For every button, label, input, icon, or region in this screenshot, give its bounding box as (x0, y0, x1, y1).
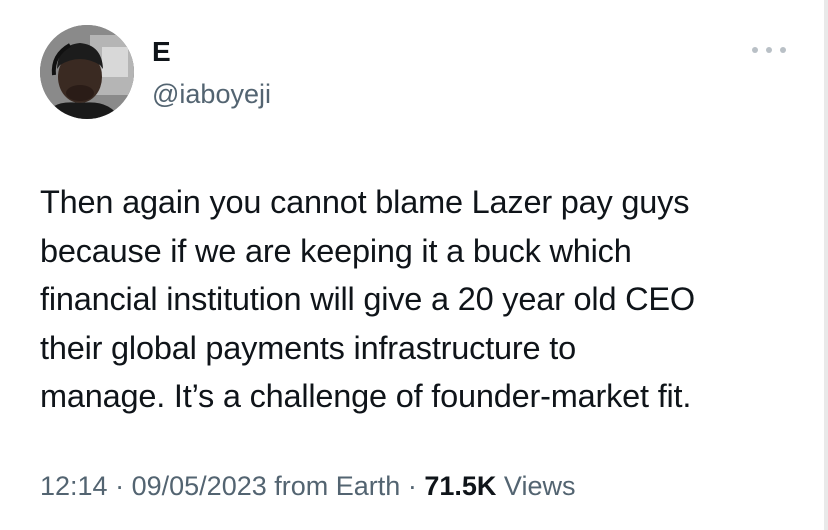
meta-separator: · (407, 471, 417, 501)
profile-photo-icon (40, 25, 134, 119)
tweet-meta: 12:14 · 09/05/2023 from Earth · 71.5K Vi… (40, 470, 575, 502)
scrollbar[interactable] (824, 0, 828, 530)
views-count[interactable]: 71.5K (424, 471, 496, 501)
user-handle[interactable]: @iaboyeji (152, 78, 271, 110)
display-name[interactable]: E (152, 36, 171, 68)
views-label: Views (503, 471, 576, 501)
meta-separator: · (115, 471, 125, 501)
more-dot (766, 47, 772, 53)
tweet-date[interactable]: 09/05/2023 (132, 471, 267, 501)
tweet-source: from Earth (274, 471, 401, 501)
tweet-time[interactable]: 12:14 (40, 471, 108, 501)
tweet-text: Then again you cannot blame Lazer pay gu… (40, 184, 695, 414)
more-dot (780, 47, 786, 53)
more-options-icon[interactable] (752, 40, 786, 60)
tweet-card: E @iaboyeji Then again you cannot blame … (0, 0, 828, 530)
avatar[interactable] (40, 25, 134, 119)
more-dot (752, 47, 758, 53)
